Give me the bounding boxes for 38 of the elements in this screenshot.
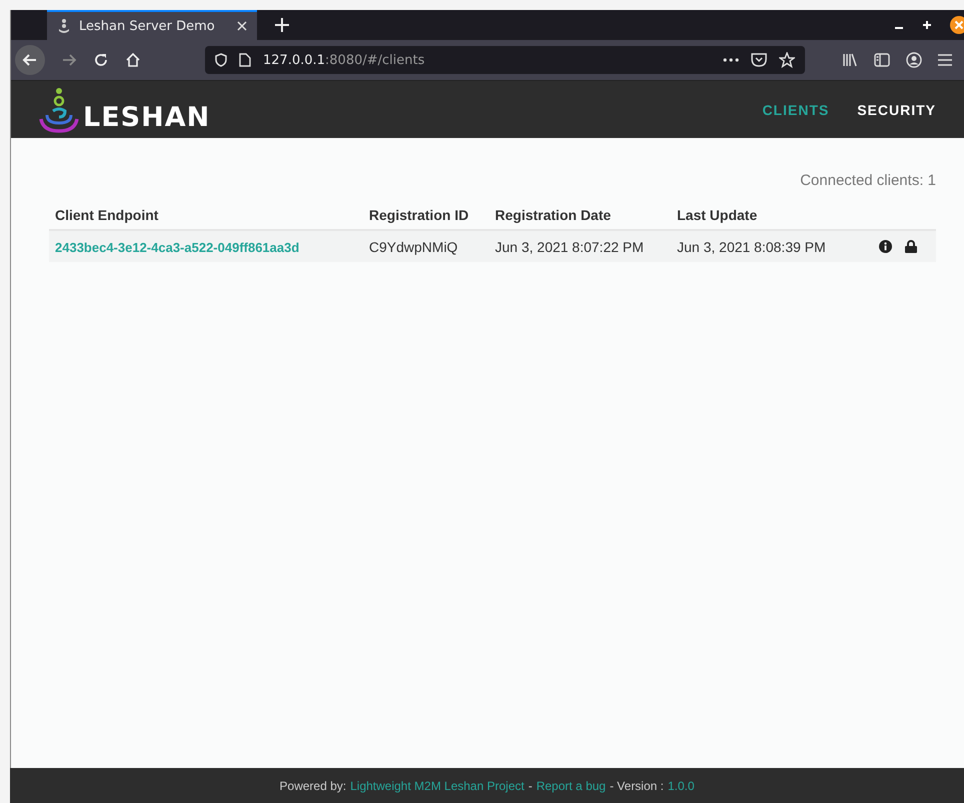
footer-link[interactable]: Report a bug [536,778,606,792]
info-icon[interactable] [879,240,892,253]
shield-icon [215,53,227,67]
page-icon [239,53,251,67]
sidebar-icon[interactable] [874,53,890,67]
footer-text: Powered by: [280,778,346,792]
connected-clients-count: Connected clients: 1 [799,172,936,189]
footer-link[interactable]: Lightweight M2M Leshan Project [350,778,524,792]
logo-text: LESHAN [83,102,210,132]
forward-icon[interactable] [61,52,77,68]
footer-text: - Version : [610,778,664,792]
maximize-icon[interactable] [922,20,932,30]
library-icon[interactable] [842,53,858,67]
close-icon[interactable] [950,16,964,34]
star-icon[interactable] [779,52,795,68]
back-icon[interactable] [15,45,45,75]
table-cell: C9YdwpNMiQ [363,230,489,262]
footer-link[interactable]: 1.0.0 [668,778,694,792]
url-host: 127.0.0.1 [263,52,326,68]
more-icon[interactable] [723,58,739,62]
tab-title: Leshan Server Demo [79,18,216,34]
close-icon[interactable] [237,21,247,31]
browser-tab[interactable]: Leshan Server Demo [47,10,257,40]
logo-icon [39,86,79,132]
table-cell: Jun 3, 2021 8:08:39 PM [671,230,874,262]
pocket-icon[interactable] [751,53,767,67]
reload-icon[interactable] [93,52,109,68]
plus-icon[interactable] [275,18,289,32]
nav-link[interactable]: CLIENTS [762,102,830,118]
account-icon[interactable] [906,52,922,68]
footer-text: - [528,778,532,792]
menu-icon[interactable] [938,54,952,66]
table-cell: Jun 3, 2021 8:07:22 PM [489,230,671,262]
home-icon[interactable] [125,52,141,68]
address-field[interactable]: 127.0.0.1:8080/#/clients [205,46,805,74]
logo-icon [57,18,71,34]
nav-link[interactable]: SECURITY [857,102,936,118]
url-path: :8080/#/clients [325,52,425,68]
